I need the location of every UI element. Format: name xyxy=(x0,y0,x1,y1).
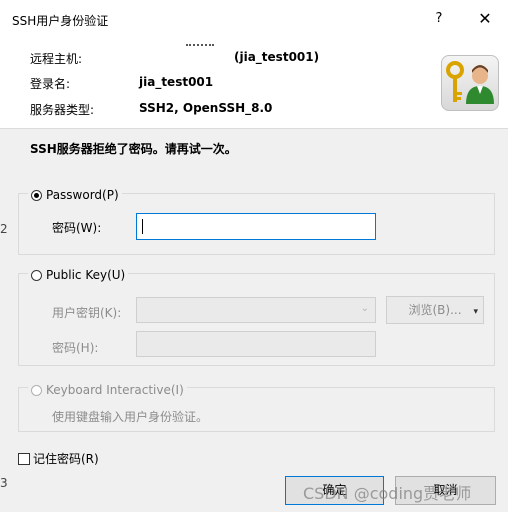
remote-host-redacted xyxy=(186,44,214,50)
key-user-icon xyxy=(441,55,499,111)
remote-host-label: 远程主机: xyxy=(30,52,83,66)
publickey-option[interactable]: Public Key(U) xyxy=(28,267,129,283)
keyboard-radio[interactable] xyxy=(31,384,42,396)
keyboard-option[interactable]: Keyboard Interactive(I) xyxy=(28,382,187,398)
help-button[interactable]: ? xyxy=(432,11,446,26)
text-caret xyxy=(142,219,143,234)
publickey-option-label: Public Key(U) xyxy=(46,268,126,282)
browse-button[interactable]: 浏览(B)... ▾ xyxy=(386,296,484,324)
browse-button-label: 浏览(B)... xyxy=(408,303,462,317)
error-message: SSH服务器拒绝了密码。请再试一次。 xyxy=(30,142,237,156)
server-type-value: SSH2, OpenSSH_8.0 xyxy=(139,101,273,115)
remember-password-label: 记住密码(R) xyxy=(33,452,99,466)
close-button[interactable]: ✕ xyxy=(478,10,492,28)
user-key-select[interactable]: ⌄ xyxy=(136,297,376,323)
password-option[interactable]: Password(P) xyxy=(28,187,122,203)
password-field-label: 密码(W): xyxy=(52,221,102,235)
password-input[interactable] xyxy=(136,213,376,240)
remote-host-value: (jia_test001) xyxy=(234,50,320,64)
keyboard-description: 使用键盘输入用户身份验证。 xyxy=(52,410,209,424)
keyboard-option-label: Keyboard Interactive(I) xyxy=(46,383,184,397)
watermark: CSDN @coding贾老师 xyxy=(303,484,472,503)
edge-mark-bottom: 3 xyxy=(0,476,8,490)
dropdown-arrow-icon: ▾ xyxy=(473,307,478,317)
user-key-label: 用户密钥(K): xyxy=(52,306,122,320)
remember-password-option[interactable]: 记住密码(R) xyxy=(18,450,99,467)
password-option-label: Password(P) xyxy=(46,188,119,202)
chevron-down-icon: ⌄ xyxy=(360,303,369,314)
edge-mark-top: 2 xyxy=(0,222,8,236)
passphrase-label: 密码(H): xyxy=(52,341,99,355)
window-title: SSH用户身份验证 xyxy=(12,14,109,28)
server-type-label: 服务器类型: xyxy=(30,103,95,117)
password-radio[interactable] xyxy=(31,189,42,201)
remember-password-checkbox[interactable] xyxy=(18,452,30,465)
login-value: jia_test001 xyxy=(139,75,214,89)
login-label: 登录名: xyxy=(30,77,71,91)
passphrase-input[interactable] xyxy=(136,331,376,357)
publickey-radio[interactable] xyxy=(31,269,42,281)
